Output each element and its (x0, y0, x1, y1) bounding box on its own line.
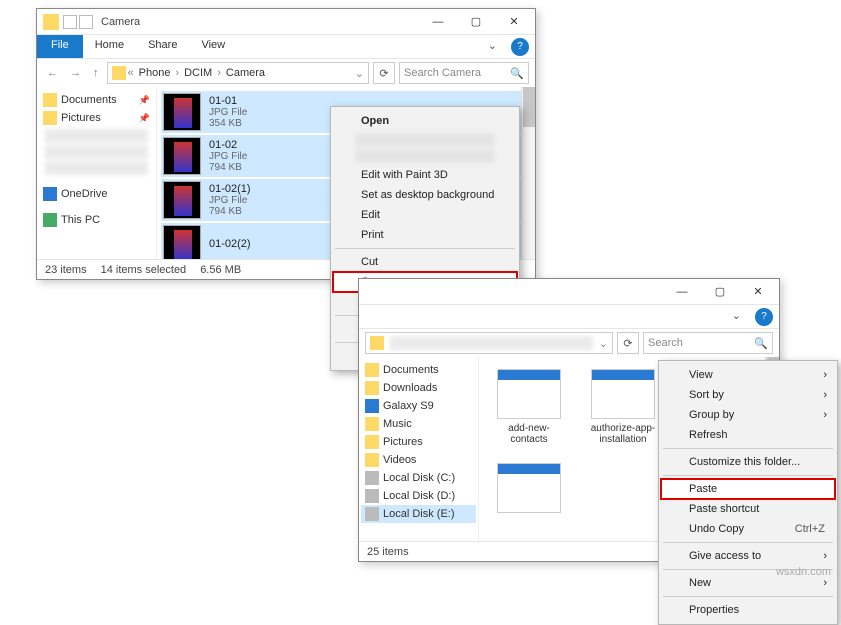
grid-item[interactable]: add-new-contacts (491, 369, 567, 445)
menu-cut[interactable]: Cut (333, 252, 517, 272)
folder-icon (112, 66, 126, 80)
nav-pictures[interactable]: Pictures (361, 433, 476, 451)
nav-galaxy[interactable]: Galaxy S9 (361, 397, 476, 415)
menu-paint3d[interactable]: Edit with Paint 3D (333, 165, 517, 185)
blurred-menu-item (355, 149, 495, 163)
nav-documents[interactable]: Documents (361, 361, 476, 379)
nav-pane[interactable]: Documents Downloads Galaxy S9 Music Pict… (359, 357, 479, 541)
status-size: 6.56 MB (200, 264, 241, 276)
help-icon[interactable]: ? (511, 38, 529, 56)
nav-disk-e[interactable]: Local Disk (E:) (361, 505, 476, 523)
nav-row: ← → ↑ « Phone› DCIM› Camera ⌄ ⟳ Search C… (37, 59, 535, 87)
thumbnail (163, 137, 201, 175)
menu-sort-by[interactable]: Sort by› (661, 385, 835, 405)
thumbnail (163, 93, 201, 131)
home-tab[interactable]: Home (83, 35, 136, 58)
blurred-item (45, 129, 148, 143)
thumbnail (163, 225, 201, 259)
menu-give-access[interactable]: Give access to› (661, 546, 835, 566)
window-title: Camera (101, 16, 140, 28)
nav-music[interactable]: Music (361, 415, 476, 433)
thumbnail (497, 369, 561, 419)
thumbnail (163, 181, 201, 219)
nav-documents[interactable]: Documents📌 (39, 91, 154, 109)
menu-paste[interactable]: Paste (661, 479, 835, 499)
grid-item[interactable] (491, 463, 567, 517)
file-tab[interactable]: File (37, 35, 83, 58)
nav-downloads[interactable]: Downloads (361, 379, 476, 397)
search-input[interactable]: Search 🔍 (643, 332, 773, 354)
nav-row: ⌄ ⟳ Search 🔍 (359, 329, 779, 357)
grid-item[interactable]: authorize-app-installation (585, 369, 661, 445)
maximize-button[interactable]: ▢ (457, 11, 495, 33)
share-tab[interactable]: Share (136, 35, 189, 58)
search-placeholder: Search Camera (404, 67, 481, 79)
search-icon: 🔍 (510, 67, 524, 80)
crumb-dcim[interactable]: DCIM (181, 67, 215, 79)
nav-thispc[interactable]: This PC (39, 211, 154, 229)
menu-undo-copy[interactable]: Undo CopyCtrl+Z (661, 519, 835, 539)
back-button[interactable]: ← (43, 65, 62, 81)
quick-access-toolbar[interactable] (63, 15, 93, 29)
scrollbar[interactable] (521, 87, 535, 259)
titlebar[interactable]: Camera — ▢ ✕ (37, 9, 535, 35)
nav-disk-d[interactable]: Local Disk (D:) (361, 487, 476, 505)
crumb-camera[interactable]: Camera (223, 67, 268, 79)
view-tab[interactable]: View (189, 35, 237, 58)
ribbon-tabs: File Home Share View ⌄ ? (37, 35, 535, 59)
status-item-count: 23 items (45, 264, 87, 276)
menu-group-by[interactable]: Group by› (661, 405, 835, 425)
ribbon-chevron-icon[interactable]: ⌄ (724, 305, 749, 328)
folder-icon (370, 336, 384, 350)
menu-paste-shortcut[interactable]: Paste shortcut (661, 499, 835, 519)
status-selected: 14 items selected (101, 264, 187, 276)
ribbon-chevron-icon[interactable]: ⌄ (480, 35, 505, 58)
status-item-count: 25 items (367, 546, 409, 558)
nav-onedrive[interactable]: OneDrive (39, 185, 154, 203)
menu-properties[interactable]: Properties (661, 600, 835, 620)
help-icon[interactable]: ? (755, 308, 773, 326)
blurred-item (45, 145, 148, 159)
watermark: wsxdn.com (776, 566, 831, 578)
search-placeholder: Search (648, 337, 683, 349)
search-icon: 🔍 (754, 337, 768, 350)
minimize-button[interactable]: — (419, 11, 457, 33)
close-button[interactable]: ✕ (739, 281, 777, 303)
crumb-phone[interactable]: Phone (136, 67, 174, 79)
forward-button[interactable]: → (66, 65, 85, 81)
blurred-menu-item (355, 133, 495, 147)
minimize-button[interactable]: — (663, 281, 701, 303)
refresh-button[interactable]: ⟳ (617, 332, 639, 354)
nav-pane[interactable]: Documents📌 Pictures📌 OneDrive This PC (37, 87, 157, 259)
folder-icon (43, 14, 59, 30)
nav-disk-c[interactable]: Local Disk (C:) (361, 469, 476, 487)
maximize-button[interactable]: ▢ (701, 281, 739, 303)
context-menu-folder[interactable]: View› Sort by› Group by› Refresh Customi… (658, 360, 838, 625)
search-input[interactable]: Search Camera 🔍 (399, 62, 529, 84)
menu-print[interactable]: Print (333, 225, 517, 245)
nav-pictures[interactable]: Pictures📌 (39, 109, 154, 127)
menu-edit[interactable]: Edit (333, 205, 517, 225)
address-bar[interactable]: « Phone› DCIM› Camera ⌄ (107, 62, 370, 84)
up-button[interactable]: ↑ (89, 65, 103, 81)
nav-videos[interactable]: Videos (361, 451, 476, 469)
close-button[interactable]: ✕ (495, 11, 533, 33)
menu-view[interactable]: View› (661, 365, 835, 385)
titlebar[interactable]: — ▢ ✕ (359, 279, 779, 305)
menu-customize-folder[interactable]: Customize this folder... (661, 452, 835, 472)
refresh-button[interactable]: ⟳ (373, 62, 395, 84)
blurred-item (45, 161, 148, 175)
thumbnail (591, 369, 655, 419)
menu-open[interactable]: Open (333, 111, 517, 131)
address-bar[interactable]: ⌄ (365, 332, 613, 354)
thumbnail (497, 463, 561, 513)
menu-refresh[interactable]: Refresh (661, 425, 835, 445)
menu-set-desktop-bg[interactable]: Set as desktop background (333, 185, 517, 205)
ribbon-tabs: ⌄ ? (359, 305, 779, 329)
